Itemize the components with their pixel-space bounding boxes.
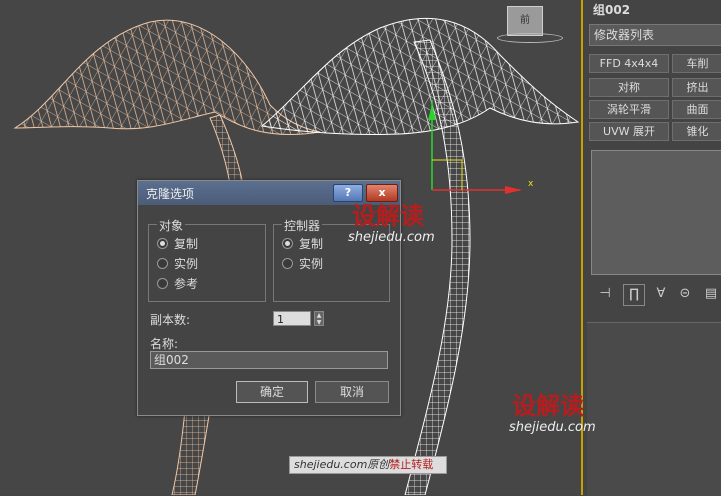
- ok-button[interactable]: 确定: [236, 381, 308, 403]
- modifier-button-turbosmooth[interactable]: 涡轮平滑: [589, 100, 669, 119]
- watermark-url: shejiedu.com: [348, 230, 435, 245]
- dialog-title: 克隆选项: [146, 187, 195, 201]
- controller-instance-radio[interactable]: 实例: [282, 255, 323, 273]
- modifier-button-extrude[interactable]: 挤出: [672, 78, 721, 97]
- object-reference-radio[interactable]: 参考: [157, 275, 198, 293]
- name-input[interactable]: 组002: [150, 351, 388, 369]
- modifier-button-uvw-unwrap[interactable]: UVW 展开: [589, 122, 669, 141]
- make-unique-icon[interactable]: ∀: [651, 284, 671, 304]
- object-instance-radio[interactable]: 实例: [157, 255, 198, 273]
- controller-copy-radio[interactable]: 复制: [282, 235, 323, 253]
- viewcube[interactable]: 前: [507, 6, 543, 36]
- controller-group-label: 控制器: [282, 217, 323, 234]
- show-end-result-icon[interactable]: ∏: [623, 284, 645, 306]
- object-copy-radio[interactable]: 复制: [157, 235, 198, 253]
- copies-input[interactable]: 1: [273, 311, 311, 326]
- modifier-list-dropdown[interactable]: 修改器列表: [589, 24, 721, 46]
- gizmo-x-arrow: [505, 186, 522, 194]
- watermark-url: shejiedu.com: [509, 420, 596, 435]
- modifier-button-lathe[interactable]: 车削: [672, 54, 721, 73]
- modifier-button-symmetry[interactable]: 对称: [589, 78, 669, 97]
- radio-icon: [282, 238, 293, 249]
- parameters-rollout: [587, 322, 721, 496]
- credit-suffix: 禁止转载: [389, 458, 434, 471]
- left-mushroom-stem-lower: [171, 409, 211, 495]
- name-label: 名称:: [150, 337, 179, 351]
- modifier-button-surface[interactable]: 曲面: [672, 100, 721, 119]
- command-panel: 组002 修改器列表 FFD 4x4x4 车削 对称 挤出 涡轮平滑 曲面 UV…: [581, 0, 721, 496]
- stack-toolbar: ⊣ ∏ ∀ ⊝ ▤: [591, 282, 721, 308]
- radio-icon: [157, 258, 168, 269]
- copies-spinner[interactable]: ▲ ▼: [314, 311, 324, 326]
- credit-badge: shejiedu.com原创禁止转载: [289, 456, 447, 474]
- modifier-button-taper[interactable]: 锥化: [672, 122, 721, 141]
- remove-modifier-icon[interactable]: ⊝: [675, 284, 695, 304]
- copies-label: 副本数:: [150, 313, 191, 327]
- viewcube-ring[interactable]: [497, 33, 563, 43]
- cancel-button[interactable]: 取消: [315, 381, 389, 403]
- axis-x-label: x: [528, 179, 534, 189]
- watermark-logo: 设解读: [352, 202, 424, 230]
- modifier-button-ffd[interactable]: FFD 4x4x4: [589, 54, 669, 73]
- radio-icon: [157, 278, 168, 289]
- object-group: 对象 复制 实例 参考: [148, 217, 266, 302]
- configure-modifier-sets-icon[interactable]: ▤: [701, 284, 721, 304]
- pin-stack-icon[interactable]: ⊣: [595, 284, 615, 304]
- object-group-label: 对象: [157, 217, 186, 234]
- credit-prefix: shejiedu.com原创: [294, 458, 390, 471]
- watermark-logo: 设解读: [512, 392, 584, 420]
- modifier-stack[interactable]: [591, 150, 721, 275]
- radio-icon: [157, 238, 168, 249]
- radio-icon: [282, 258, 293, 269]
- object-name-field[interactable]: 组002: [591, 1, 721, 19]
